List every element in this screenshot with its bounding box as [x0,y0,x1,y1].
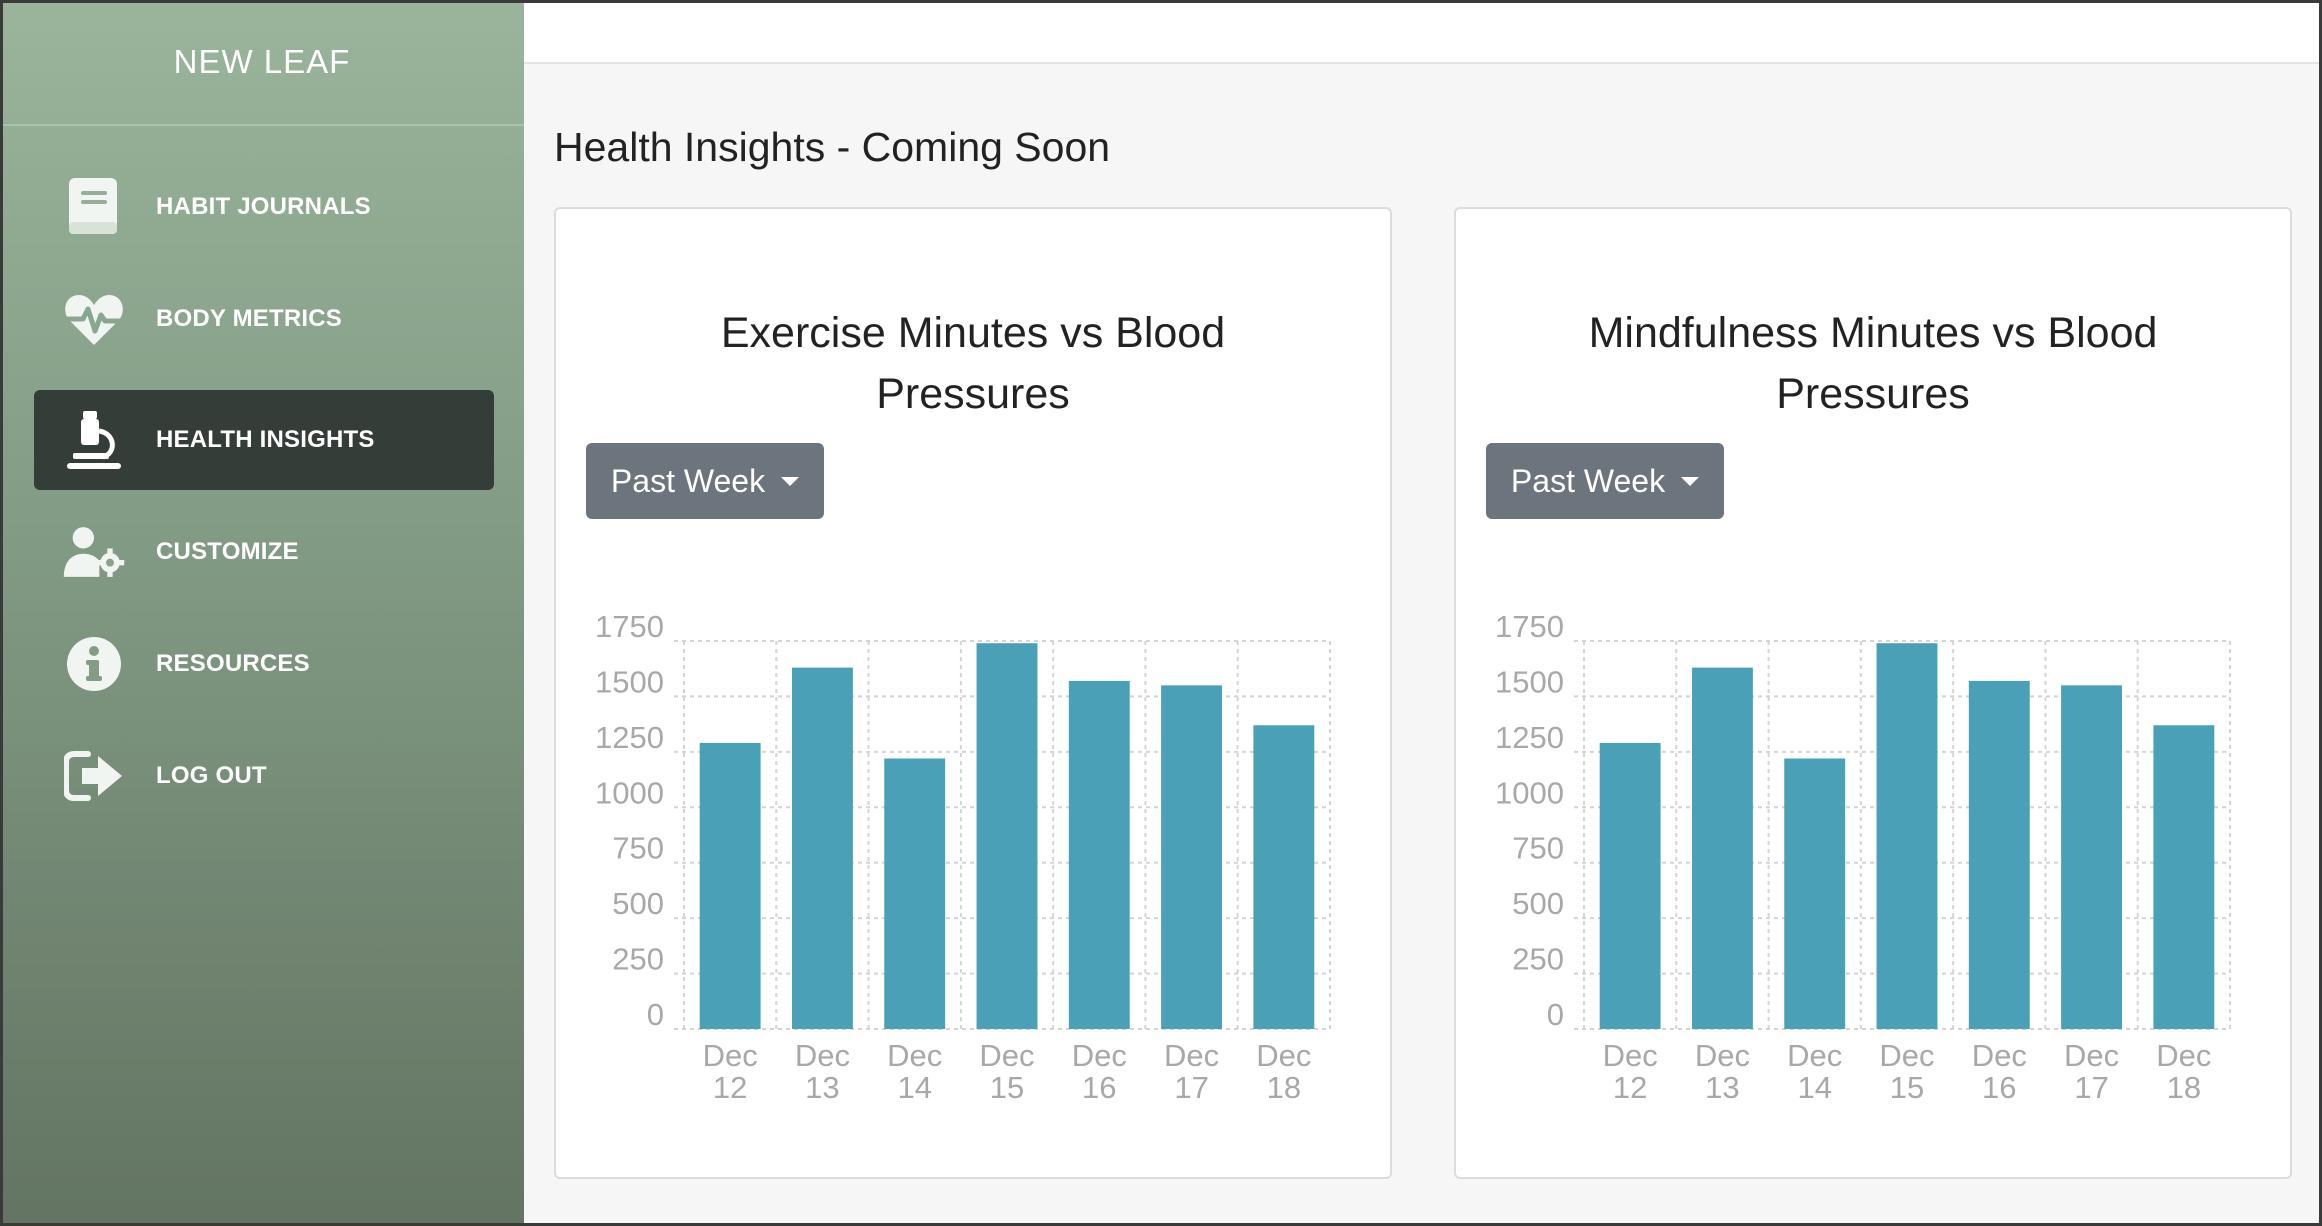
x-tick-label: Dec [887,1038,942,1073]
y-tick-label: 500 [1512,886,1564,921]
x-tick-label: Dec [2064,1038,2119,1073]
top-bar [524,0,2322,64]
chart-card-mindfulness: Mindfulness Minutes vs Blood Pressures P… [1454,207,2292,1179]
bar[interactable] [976,643,1038,1029]
chart-title-line-2: Pressures [1776,370,1970,418]
x-tick-label: 14 [1797,1070,1831,1105]
y-tick-label: 250 [612,942,664,977]
sidebar-item-habit-journals[interactable]: HABIT JOURNALS [34,157,494,257]
x-tick-label: Dec [703,1038,758,1073]
bar-chart: 02505007501000125015001750Dec12Dec13Dec1… [1495,609,2231,1105]
x-tick-label: 14 [897,1070,931,1105]
chart-title-line-1: Exercise Minutes vs Blood [720,309,1226,357]
y-tick-label: 1750 [1495,609,1564,644]
x-tick-label: 12 [1613,1070,1647,1105]
x-tick-label: 18 [2167,1070,2201,1105]
sidebar-item-health-insights[interactable]: HEALTH INSIGHTS [34,390,494,490]
y-tick-label: 1250 [595,720,664,755]
y-tick-label: 1000 [1495,775,1564,810]
y-tick-label: 0 [647,997,664,1032]
time-range-dropdown[interactable]: Past Week [586,443,824,519]
x-tick-label: Dec [1695,1038,1750,1073]
sidebar-item-label: LOG OUT [156,762,267,789]
sidebar-item-label: RESOURCES [156,650,310,677]
y-tick-label: 1500 [1495,664,1564,699]
chart-title-line-1: Mindfulness Minutes vs Blood [1588,309,2158,357]
y-tick-label: 1250 [1495,720,1564,755]
brand-logo[interactable]: NEW LEAF [0,0,524,126]
bar[interactable] [2061,685,2123,1029]
x-tick-label: 16 [1082,1070,1116,1105]
chart-card-exercise: Exercise Minutes vs Blood Pressures Past… [554,207,1392,1179]
chart-title: Mindfulness Minutes vs Blood Pressures [1456,303,2290,425]
bar[interactable] [791,667,853,1029]
chart-title: Exercise Minutes vs Blood Pressures [556,303,1390,425]
sidebar-item-log-out[interactable]: LOG OUT [34,726,494,826]
bar[interactable] [1784,758,1846,1029]
x-tick-label: Dec [1256,1038,1311,1073]
sidebar: NEW LEAF HABIT JOURNALS BODY METRICS HEA… [0,0,524,1226]
x-tick-label: 18 [1267,1070,1301,1105]
x-tick-label: 15 [1890,1070,1924,1105]
sidebar-item-resources[interactable]: RESOURCES [34,614,494,714]
caret-down-icon [781,476,800,486]
x-tick-label: 13 [805,1070,839,1105]
x-tick-label: Dec [979,1038,1034,1073]
x-tick-label: Dec [795,1038,850,1073]
sidebar-item-label: HEALTH INSIGHTS [156,426,375,453]
x-tick-label: 13 [1705,1070,1739,1105]
y-tick-label: 1000 [595,775,664,810]
y-tick-label: 750 [1512,831,1564,866]
book-icon [62,175,126,239]
x-tick-label: Dec [1164,1038,1219,1073]
y-tick-label: 1500 [595,664,664,699]
x-tick-label: Dec [1879,1038,1934,1073]
y-tick-label: 0 [1547,997,1564,1032]
microscope-icon [62,408,126,472]
x-tick-label: 15 [990,1070,1024,1105]
x-tick-label: 17 [1174,1070,1208,1105]
sign-out-icon [62,744,126,808]
bar[interactable] [1876,643,1938,1029]
page-title: Health Insights - Coming Soon [554,124,1111,170]
bar[interactable] [1599,742,1661,1029]
bar[interactable] [1161,685,1223,1029]
bar[interactable] [1691,667,1753,1029]
bar[interactable] [1253,725,1315,1029]
sidebar-item-label: CUSTOMIZE [156,538,299,565]
sidebar-item-body-metrics[interactable]: BODY METRICS [34,269,494,369]
sidebar-item-label: BODY METRICS [156,305,342,332]
info-circle-icon [62,632,126,696]
x-tick-label: Dec [2156,1038,2211,1073]
y-tick-label: 500 [612,886,664,921]
y-tick-label: 1750 [595,609,664,644]
bar[interactable] [1968,680,2030,1029]
x-tick-label: Dec [1603,1038,1658,1073]
sidebar-item-label: HABIT JOURNALS [156,193,371,220]
chart-title-line-2: Pressures [876,370,1070,418]
y-tick-label: 750 [612,831,664,866]
dropdown-label: Past Week [610,462,766,499]
y-tick-label: 250 [1512,942,1564,977]
bar[interactable] [699,742,761,1029]
heartbeat-icon [62,287,126,351]
x-tick-label: Dec [1787,1038,1842,1073]
sidebar-item-customize[interactable]: CUSTOMIZE [34,502,494,602]
bar[interactable] [884,758,946,1029]
x-tick-label: Dec [1072,1038,1127,1073]
x-tick-label: Dec [1972,1038,2027,1073]
x-tick-label: 12 [713,1070,747,1105]
user-cog-icon [62,520,126,584]
bar[interactable] [2153,725,2215,1029]
bar-chart: 02505007501000125015001750Dec12Dec13Dec1… [595,609,1331,1105]
x-tick-label: 16 [1982,1070,2016,1105]
dropdown-label: Past Week [1510,462,1666,499]
bar[interactable] [1068,680,1130,1029]
x-tick-label: 17 [2074,1070,2108,1105]
caret-down-icon [1681,476,1700,486]
time-range-dropdown[interactable]: Past Week [1486,443,1724,519]
